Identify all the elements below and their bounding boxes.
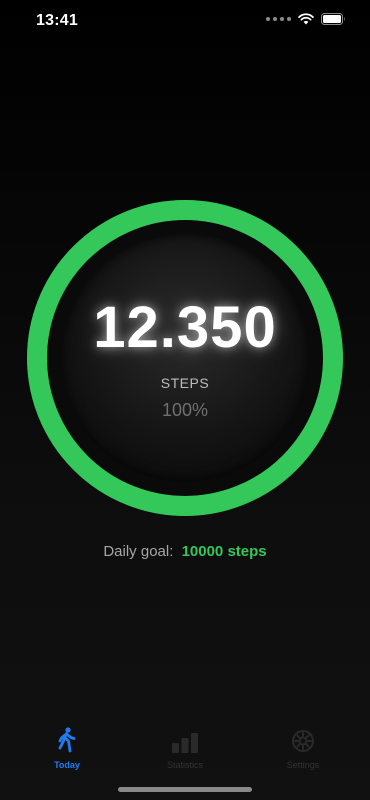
tab-today[interactable]: Today [12,725,122,800]
step-count: 12.350 [93,295,277,360]
today-screen: 13:41 12.350 STEPS 100% Daily goal: 1000… [0,0,370,800]
tab-today-label: Today [54,760,80,770]
daily-goal: Daily goal: 10000 steps [0,543,370,560]
tab-statistics-label: Statistics [166,760,203,770]
daily-goal-label: Daily goal: [103,543,174,560]
status-bar: 13:41 [0,0,370,44]
percent-label: 100% [161,400,209,420]
gear-icon [291,725,315,753]
status-icons [266,13,346,25]
status-time: 13:41 [36,12,78,29]
cellular-dots-icon [266,17,291,21]
battery-icon [321,13,346,25]
steps-label: STEPS [160,375,210,391]
progress-ring: 12.350 STEPS 100% [25,198,345,518]
tab-settings-label: Settings [286,760,320,770]
walk-icon [57,725,77,753]
wifi-icon [298,13,314,25]
tab-settings[interactable]: Settings [248,725,358,800]
daily-goal-value: 10000 steps [181,543,267,560]
bar-chart-icon [171,725,199,753]
home-indicator[interactable] [118,787,252,792]
